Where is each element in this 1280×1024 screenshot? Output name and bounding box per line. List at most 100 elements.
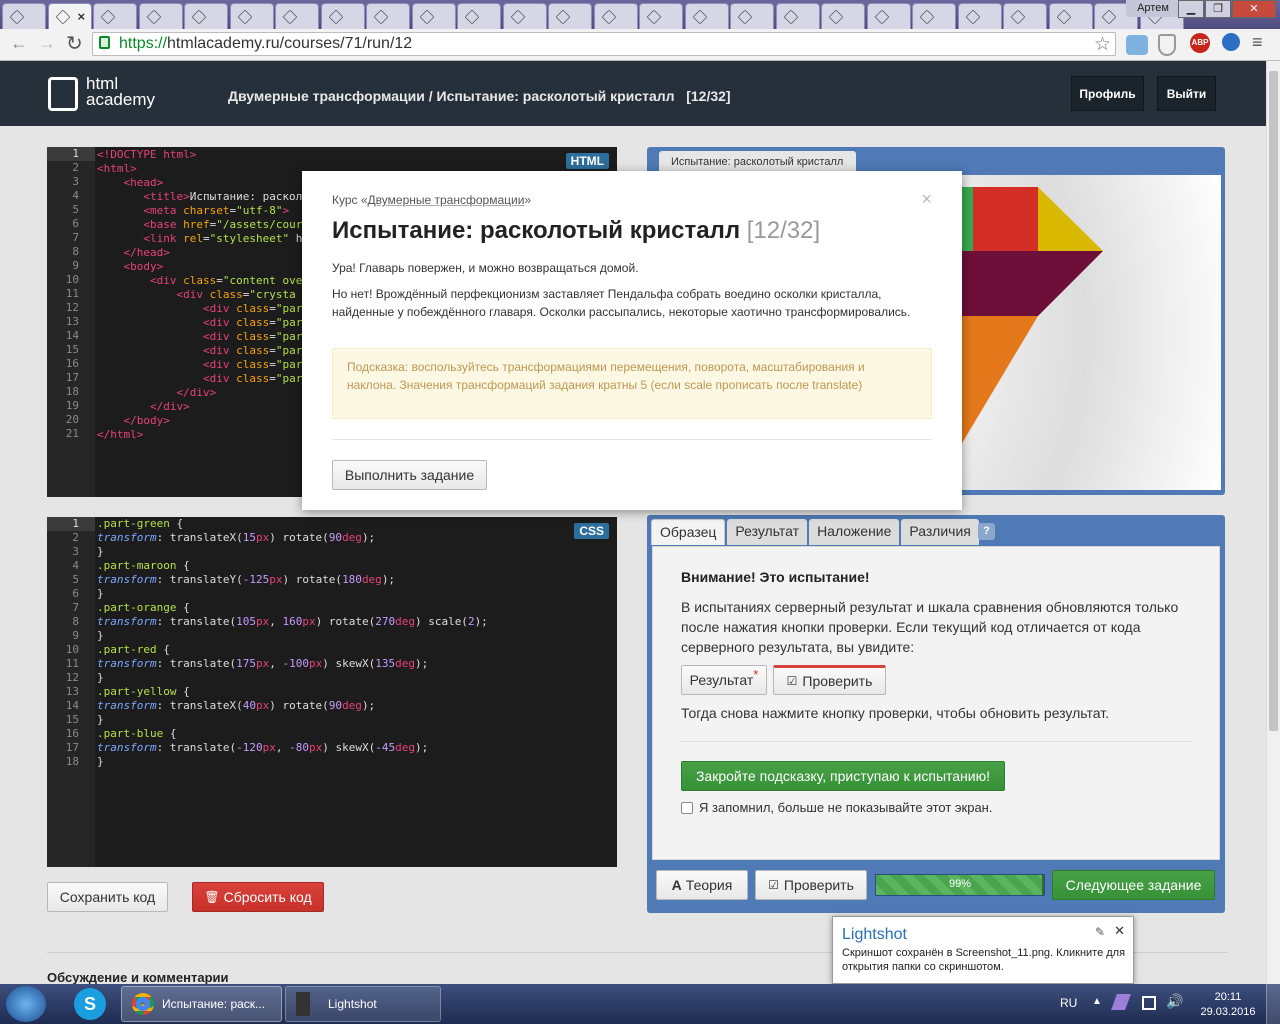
course-link[interactable]: Двумерные трансформации — [368, 193, 525, 207]
bookmark-star-icon[interactable]: ☆ — [1094, 33, 1111, 56]
browser-tab[interactable] — [275, 3, 319, 29]
minimize-button[interactable]: ▁ — [1178, 0, 1204, 18]
css-code[interactable]: .part-green { transform: translateX(15px… — [97, 517, 488, 769]
browser-tab[interactable] — [866, 3, 911, 29]
language-indicator[interactable]: RU — [1060, 996, 1077, 1010]
show-desktop-button[interactable] — [1266, 984, 1280, 1024]
line-number: 14 — [65, 329, 79, 342]
result-tab[interactable]: Наложение — [809, 519, 900, 545]
forward-icon[interactable]: → — [38, 33, 56, 54]
clock-date: 29.03.2016 — [1200, 1006, 1256, 1018]
line-number: 10 — [65, 273, 79, 286]
url-text: htmlacademy.ru/courses/71/run/12 — [167, 35, 413, 52]
browser-tab[interactable] — [548, 3, 592, 29]
browser-tab[interactable] — [411, 3, 456, 29]
profile-badge[interactable]: Артем — [1126, 0, 1180, 17]
modal-close-icon[interactable]: × — [921, 189, 932, 210]
check-button[interactable]: ☑ Проверить — [755, 870, 867, 900]
result-tab[interactable]: Образец — [651, 519, 726, 545]
logout-button[interactable]: Выйти — [1157, 76, 1216, 111]
tab-favicon-icon — [1056, 9, 1071, 24]
html-code[interactable]: <!DOCTYPE html> <html> <head> <title>Исп… — [97, 148, 309, 442]
remember-checkbox[interactable] — [681, 802, 693, 814]
adblock-icon[interactable]: ABP — [1190, 33, 1210, 53]
shield-extension-icon[interactable] — [1158, 34, 1176, 56]
browser-tab[interactable] — [1003, 3, 1047, 29]
next-task-button[interactable]: Следующее задание — [1052, 870, 1215, 900]
result-tab[interactable]: Результат — [727, 519, 808, 545]
browser-tab[interactable] — [229, 3, 274, 29]
browser-tab[interactable] — [502, 3, 547, 29]
check-label: Проверить — [783, 877, 854, 893]
browser-tab[interactable] — [457, 3, 501, 29]
skype-icon[interactable]: S — [74, 988, 106, 1020]
browser-tab[interactable] — [912, 3, 956, 29]
lightshot-taskbar-item[interactable]: Lightshot — [285, 986, 441, 1022]
logo-icon[interactable] — [48, 77, 78, 111]
menu-icon[interactable]: ≡ — [1252, 31, 1263, 53]
tray-expand-icon[interactable]: ▲ — [1092, 996, 1102, 1007]
tab-favicon-icon — [783, 9, 798, 24]
volume-icon[interactable]: 🔊 — [1166, 993, 1183, 1010]
breadcrumb-course[interactable]: Двумерные трансформации — [228, 88, 425, 104]
tab-favicon-icon — [464, 9, 480, 24]
clock[interactable]: 20:11 29.03.2016 — [1200, 990, 1256, 1020]
modal-paragraph-1: Ура! Главарь повержен, и можно возвращат… — [332, 261, 639, 275]
lightshot-message: Скриншот сохранён в Screenshot_11.png. К… — [842, 947, 1126, 973]
browser-tab[interactable] — [2, 3, 46, 29]
browser-tab[interactable] — [138, 3, 183, 29]
theory-label: Теория — [685, 877, 733, 893]
line-number: 2 — [72, 531, 79, 544]
globe-extension-icon[interactable] — [1222, 33, 1240, 51]
browser-tab[interactable] — [320, 3, 365, 29]
close-hint-button[interactable]: Закройте подсказку, приступаю к испытани… — [681, 761, 1005, 791]
site-logo[interactable]: html academy — [86, 75, 155, 108]
browser-tab[interactable] — [184, 3, 228, 29]
address-bar[interactable]: https://htmlacademy.ru/courses/71/run/12… — [92, 32, 1116, 56]
theory-button[interactable]: A Теория — [656, 870, 748, 900]
profile-button[interactable]: Профиль — [1071, 76, 1144, 111]
network-icon[interactable] — [1142, 996, 1156, 1010]
after-text: Тогда снова нажмите кнопку проверки, что… — [681, 705, 1109, 721]
lightshot-notification[interactable]: Lightshot ✎ ✕ Скриншот сохранён в Screen… — [832, 916, 1134, 984]
clock-time: 20:11 — [1214, 991, 1242, 1003]
maximize-button[interactable]: ❐ — [1205, 0, 1231, 18]
browser-tab[interactable] — [593, 3, 638, 29]
browser-tab[interactable] — [366, 3, 410, 29]
result-sample-button[interactable]: Результат * — [681, 665, 767, 695]
progress-bar: 99% — [875, 874, 1045, 896]
browser-tab[interactable]: × — [47, 3, 92, 29]
check-sample-button[interactable]: ☑ Проверить — [773, 665, 886, 695]
browser-tab[interactable] — [684, 3, 729, 29]
tab-favicon-icon — [373, 9, 389, 24]
reset-code-button[interactable]: 🗑 Сбросить код — [192, 882, 324, 912]
tab-favicon-icon — [874, 9, 889, 24]
browser-tab[interactable] — [1048, 3, 1093, 29]
pin-icon[interactable]: ✎ — [1095, 925, 1105, 939]
help-icon[interactable]: ? — [978, 523, 995, 540]
browser-tab[interactable] — [821, 3, 865, 29]
back-icon[interactable]: ← — [10, 33, 28, 54]
line-number: 3 — [72, 545, 79, 558]
browser-tab[interactable] — [957, 3, 1002, 29]
weather-extension-icon[interactable] — [1126, 35, 1148, 55]
lightshot-icon — [296, 992, 310, 1016]
modal-paragraph-2: Но нет! Врождённый перфекционизм заставл… — [332, 287, 911, 319]
lightshot-close-icon[interactable]: ✕ — [1114, 923, 1125, 939]
result-tab[interactable]: Различия — [901, 519, 979, 545]
page-scrollbar[interactable] — [1266, 61, 1280, 984]
css-editor[interactable]: 1 2 3 4 5 6 7 8 9 10 11 12 13 14 15 16 17 18 .part-green … — [47, 517, 617, 867]
browser-tab[interactable] — [730, 3, 774, 29]
tab-close-icon[interactable]: × — [78, 9, 86, 24]
close-window-button[interactable]: ✕ — [1232, 0, 1276, 18]
browser-tab[interactable] — [775, 3, 820, 29]
browser-tab[interactable] — [639, 3, 683, 29]
tab-favicon-icon — [646, 9, 662, 24]
save-code-button[interactable]: Сохранить код — [47, 882, 168, 912]
start-button[interactable] — [6, 986, 46, 1022]
reload-icon[interactable]: ↻ — [66, 31, 83, 56]
chrome-taskbar-item[interactable]: Испытание: раск... — [121, 986, 282, 1022]
scrollbar-thumb[interactable] — [1269, 71, 1278, 731]
browser-tab[interactable] — [93, 3, 137, 29]
start-task-button[interactable]: Выполнить задание — [332, 460, 487, 490]
